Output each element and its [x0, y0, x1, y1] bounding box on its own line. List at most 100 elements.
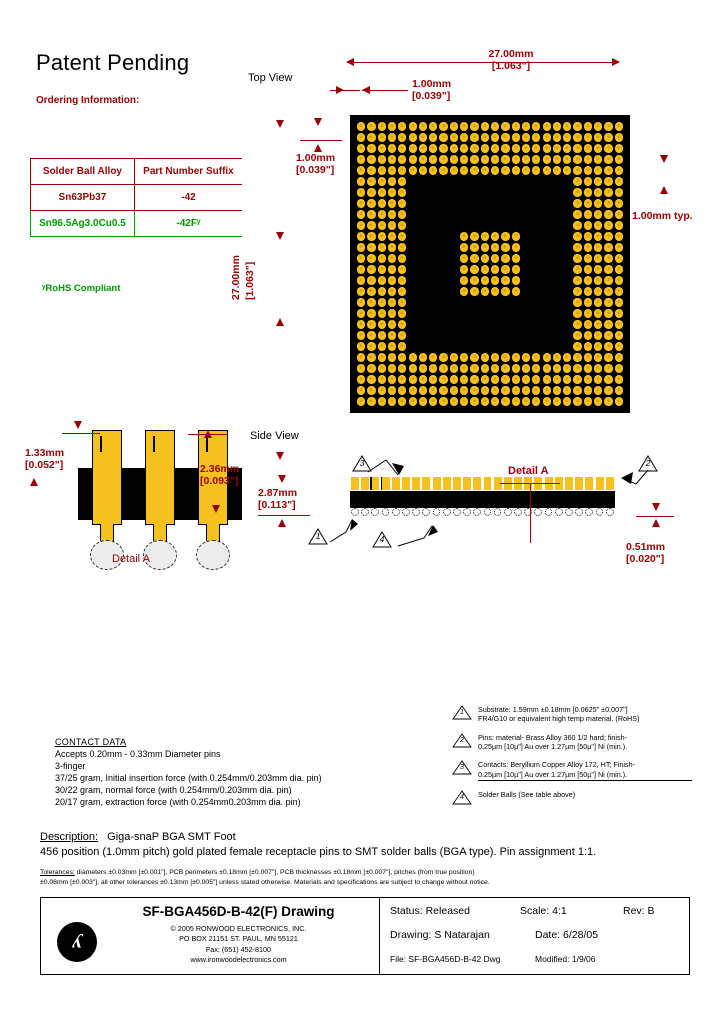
bga-ball	[377, 287, 386, 296]
bga-ball	[604, 188, 613, 197]
note-line: 0.25µm [10µ"] Au over 1.27µm [50µ"] Ni (…	[478, 742, 628, 752]
bga-ball	[398, 133, 407, 142]
bga-ball	[614, 254, 623, 263]
dim-line-sv-height	[258, 515, 310, 517]
bga-ball	[552, 133, 562, 142]
side-view-pin	[595, 477, 604, 490]
bga-ball	[439, 397, 448, 406]
bga-ball	[614, 276, 623, 285]
bga-ball	[532, 133, 541, 142]
side-view-pin	[351, 477, 359, 490]
bga-ball	[357, 199, 366, 208]
bga-ball	[398, 177, 407, 186]
bga-ball	[552, 386, 562, 395]
bga-ball	[542, 364, 551, 373]
receptacle-pin	[145, 430, 175, 525]
bga-ball	[491, 265, 500, 274]
bga-ball	[429, 133, 438, 142]
description-label: Description:	[40, 831, 99, 843]
bga-ball	[377, 309, 386, 318]
bga-ball	[542, 166, 551, 175]
bga-ball	[357, 265, 366, 274]
side-view-solder-ball	[585, 508, 594, 516]
bga-ball-grid	[356, 121, 624, 407]
bga-ball	[583, 375, 593, 384]
dim-line-da1	[62, 433, 100, 435]
bga-ball	[377, 188, 386, 197]
contact-data-line: Accepts 0.20mm - 0.33mm Diameter pins	[55, 748, 221, 759]
callout-number: 3	[359, 458, 365, 468]
bga-ball	[573, 122, 582, 131]
note-number: 1	[460, 709, 464, 716]
bga-ball	[439, 364, 448, 373]
bga-ball	[357, 309, 366, 318]
side-view-solder-ball	[493, 508, 502, 516]
bga-ball	[542, 353, 551, 362]
bga-ball	[398, 155, 407, 164]
bga-ball	[552, 122, 562, 131]
bga-ball	[377, 298, 386, 307]
side-view-label: Side View	[250, 430, 299, 442]
bga-ball	[480, 353, 489, 362]
column-header-alloy: Solder Ball Alloy	[30, 158, 135, 185]
bga-ball	[377, 144, 386, 153]
bga-ball	[387, 221, 397, 230]
bga-ball	[367, 353, 376, 362]
bga-ball	[357, 397, 366, 406]
side-view-solder-ball	[575, 508, 583, 516]
side-view-solder-ball	[422, 508, 431, 516]
bga-ball	[604, 342, 613, 351]
bga-ball	[357, 320, 366, 329]
bga-ball	[583, 309, 593, 318]
bga-ball	[491, 254, 500, 263]
dim-arrow-da2-up	[204, 430, 212, 438]
detail-a-label: Detail A	[112, 553, 150, 565]
bga-ball	[583, 221, 593, 230]
bga-ball	[367, 364, 376, 373]
bga-ball	[521, 375, 531, 384]
note-item: 3 Contacts: Beryllium Copper Alloy 172, …	[452, 760, 692, 782]
bga-ball	[594, 309, 603, 318]
bga-ball	[594, 342, 603, 351]
bga-ball	[367, 243, 376, 252]
bga-ball	[367, 320, 376, 329]
bga-ball	[377, 254, 386, 263]
bga-ball	[398, 166, 407, 175]
bga-ball	[614, 210, 623, 219]
note-number: 4	[460, 794, 464, 802]
bga-ball	[532, 144, 541, 153]
bga-ball	[357, 331, 366, 340]
description-heading: Description: Giga-snaP BGA SMT Foot	[40, 830, 596, 845]
bga-ball	[460, 144, 469, 153]
bga-ball	[573, 309, 582, 318]
bga-ball	[429, 364, 438, 373]
bga-ball	[387, 210, 397, 219]
bga-ball	[583, 364, 593, 373]
bga-ball	[367, 166, 376, 175]
bga-ball	[614, 133, 623, 142]
bga-ball	[511, 122, 520, 131]
side-view-pin	[401, 477, 410, 490]
bga-ball	[583, 287, 593, 296]
logo-mark: ʎ	[72, 930, 82, 953]
bga-ball	[398, 276, 407, 285]
bga-ball	[604, 210, 613, 219]
side-view-cross-section	[350, 475, 615, 525]
bga-ball	[398, 353, 407, 362]
bga-ball	[398, 375, 407, 384]
bga-ball	[367, 254, 376, 263]
bga-ball	[357, 133, 366, 142]
solder-ball	[196, 540, 230, 570]
tolerances-line-1: Tolerances: diameters ±0.03mm [±0.001"],…	[40, 868, 690, 878]
note-triangle-icon: 3	[452, 760, 472, 775]
note-text: Pins: material- Brass Alloy 360 1/2 hard…	[478, 733, 692, 752]
bga-ball	[357, 254, 366, 263]
bga-ball	[367, 298, 376, 307]
dim-top-width: 27.00mm [1.063"]	[488, 48, 534, 73]
pin-slot	[100, 436, 102, 452]
note-line: Solder Balls (See table above)	[478, 790, 576, 800]
bga-ball	[418, 397, 428, 406]
bga-ball	[387, 199, 397, 208]
bga-ball	[583, 166, 593, 175]
bga-ball	[480, 276, 489, 285]
